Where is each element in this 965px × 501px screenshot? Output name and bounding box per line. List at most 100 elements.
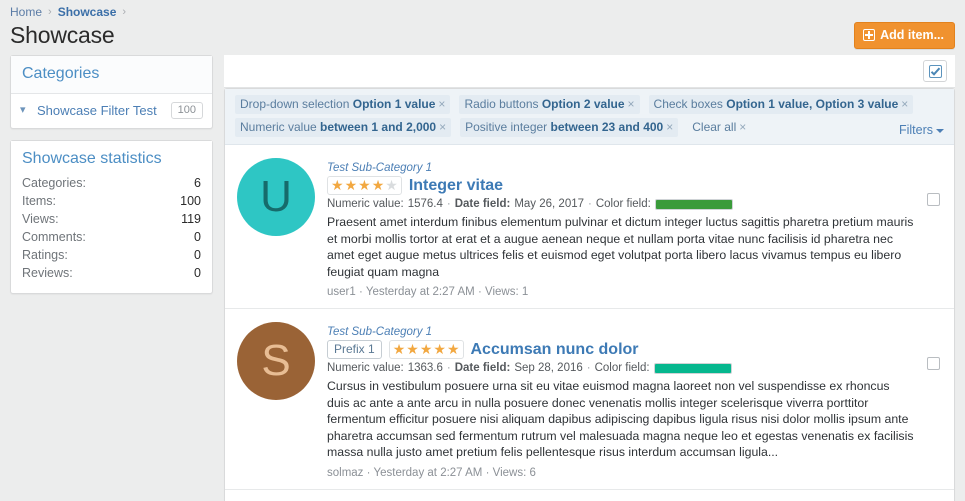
- star-filled-icon[interactable]: ★: [447, 342, 460, 357]
- checkbox-checked-icon: [928, 64, 942, 78]
- star-filled-icon[interactable]: ★: [393, 342, 406, 357]
- date-field-label: Date field:: [454, 362, 511, 374]
- add-item-button[interactable]: Add item...: [854, 22, 955, 49]
- filter-tag-value: Option 2 value: [541, 97, 625, 111]
- item-meta: Numeric value: 1363.6 · Date field: Sep …: [327, 362, 942, 374]
- item-prefix-badge[interactable]: Prefix 1: [327, 340, 382, 359]
- stat-label: Categories:: [22, 176, 86, 190]
- filter-bar: Drop-down selection Option 1 value × Radi…: [225, 89, 954, 145]
- item-snippet: Cursus in vestibulum posuere urna sit eu…: [327, 379, 914, 459]
- color-field-swatch: [654, 198, 733, 210]
- star-filled-icon[interactable]: ★: [433, 342, 446, 357]
- filter-tag-dropdown-selection[interactable]: Drop-down selection Option 1 value ×: [235, 95, 451, 114]
- stat-value: 6: [194, 176, 201, 190]
- stat-label: Items:: [22, 194, 57, 208]
- stat-label: Reviews:: [22, 266, 73, 280]
- filter-tag-label: Radio buttons: [464, 97, 539, 111]
- remove-filter-icon[interactable]: ×: [438, 97, 445, 111]
- category-count-badge: 100: [170, 102, 203, 119]
- list-item[interactable]: S Test Sub-Category 1 Prefix 1 ★ ★ ★ ★ ★ Acc…: [225, 309, 954, 490]
- color-field-swatch: [653, 362, 732, 374]
- item-title-link[interactable]: Integer vitae: [409, 177, 503, 195]
- stat-label: Comments:: [22, 230, 86, 244]
- breadcrumb-link-home[interactable]: Home: [10, 5, 42, 19]
- select-items-button[interactable]: [923, 60, 947, 82]
- star-filled-icon[interactable]: ★: [331, 178, 344, 193]
- star-filled-icon[interactable]: ★: [345, 178, 358, 193]
- item-author[interactable]: solmaz: [327, 467, 363, 479]
- filter-tag-label: Numeric value: [240, 120, 317, 134]
- item-byline: solmaz · Yesterday at 2:27 AM · Views: 6: [327, 467, 942, 479]
- content-toolbar: [224, 55, 955, 88]
- filter-tag-value: between 1 and 2,000: [320, 120, 437, 134]
- stat-value: 0: [194, 266, 201, 280]
- filter-tag-label: Drop-down selection: [240, 97, 350, 111]
- filter-tag-label: Check boxes: [653, 97, 723, 111]
- stat-value: 0: [194, 248, 201, 262]
- star-filled-icon[interactable]: ★: [420, 342, 433, 357]
- remove-filter-icon[interactable]: ×: [439, 120, 446, 134]
- meta-separator: ·: [477, 286, 482, 298]
- statistics-list: Categories: 6 Items: 100 Views: 119 Comm…: [11, 172, 212, 293]
- chevron-down-icon: [936, 128, 944, 133]
- statistics-heading: Showcase statistics: [11, 141, 212, 172]
- item-subcategory-link[interactable]: Test Sub-Category 1: [327, 162, 432, 174]
- remove-filter-icon[interactable]: ×: [666, 120, 673, 134]
- star-filled-icon[interactable]: ★: [406, 342, 419, 357]
- avatar[interactable]: S: [237, 322, 315, 400]
- item-meta: Numeric value: 1576.4 · Date field: May …: [327, 198, 942, 210]
- stat-row: Comments: 0: [22, 228, 201, 246]
- meta-separator: ·: [366, 466, 371, 479]
- filter-tag-positive-integer[interactable]: Positive integer between 23 and 400 ×: [460, 118, 679, 137]
- color-field-label: Color field:: [594, 362, 650, 374]
- remove-filter-icon[interactable]: ×: [628, 97, 635, 111]
- filters-dropdown-button[interactable]: Filters: [899, 123, 944, 137]
- breadcrumb-link-showcase[interactable]: Showcase: [58, 5, 117, 19]
- item-select-checkbox[interactable]: [927, 193, 940, 206]
- numeric-field-value: 1576.4: [407, 198, 443, 210]
- remove-filter-icon[interactable]: ×: [901, 97, 908, 111]
- numeric-field-label: Numeric value:: [327, 362, 404, 374]
- meta-separator: ·: [446, 362, 451, 374]
- numeric-field-label: Numeric value:: [327, 198, 404, 210]
- rating-stars[interactable]: ★ ★ ★ ★ ★: [327, 176, 402, 195]
- star-empty-icon[interactable]: ★: [385, 178, 398, 193]
- rating-stars[interactable]: ★ ★ ★ ★ ★: [388, 340, 464, 359]
- remove-filter-icon[interactable]: ×: [739, 120, 746, 134]
- filter-tag-radio-buttons[interactable]: Radio buttons Option 2 value ×: [459, 95, 640, 114]
- chevron-down-icon[interactable]: ▾: [20, 105, 30, 116]
- plus-icon: [863, 29, 876, 41]
- filter-tag-numeric-value[interactable]: Numeric value between 1 and 2,000 ×: [235, 118, 452, 137]
- item-snippet: Praesent amet interdum finibus elementum…: [327, 215, 914, 279]
- meta-separator: ·: [588, 198, 592, 210]
- item-author[interactable]: user1: [327, 286, 356, 298]
- filters-label: Filters: [898, 123, 933, 137]
- item-subcategory-link[interactable]: Test Sub-Category 1: [327, 326, 432, 338]
- filter-tag-check-boxes[interactable]: Check boxes Option 1 value, Option 3 val…: [648, 95, 914, 114]
- page-title: Showcase: [10, 22, 115, 48]
- avatar[interactable]: U: [237, 158, 315, 236]
- stat-value: 0: [194, 230, 201, 244]
- list-item[interactable]: U Test Sub-Category 1 ★ ★ ★ ★ ★ Integer vita…: [225, 145, 954, 309]
- showcase-panel: Drop-down selection Option 1 value × Radi…: [224, 88, 955, 501]
- avatar-letter: U: [260, 172, 292, 221]
- list-item[interactable]: D Test Sub-Category 3 Lacinia volutpat v…: [225, 490, 954, 501]
- item-select-checkbox[interactable]: [927, 357, 940, 370]
- stat-value: 100: [180, 194, 201, 208]
- item-time: Yesterday at 2:27 AM: [373, 466, 483, 479]
- stat-label: Views:: [22, 212, 59, 226]
- item-title-row: Prefix 1 ★ ★ ★ ★ ★ Accumsan nunc dolor: [327, 340, 942, 359]
- item-title-link[interactable]: Accumsan nunc dolor: [471, 341, 639, 359]
- date-field-value: May 26, 2017: [514, 198, 585, 210]
- stat-label: Ratings:: [22, 248, 68, 262]
- star-filled-icon[interactable]: ★: [358, 178, 371, 193]
- filter-tag-clear-all[interactable]: Clear all ×: [687, 118, 751, 137]
- stat-row: Views: 119: [22, 210, 201, 228]
- star-filled-icon[interactable]: ★: [372, 178, 385, 193]
- item-time: Yesterday at 2:27 AM: [365, 286, 475, 298]
- sidebar-item-showcase-filter-test[interactable]: ▾ Showcase Filter Test 100: [11, 94, 212, 128]
- item-title-row: ★ ★ ★ ★ ★ Integer vitae: [327, 176, 942, 195]
- breadcrumb-separator-icon: ›: [122, 6, 127, 18]
- meta-separator: ·: [358, 286, 363, 298]
- date-field-value: Sep 28, 2016: [514, 362, 583, 374]
